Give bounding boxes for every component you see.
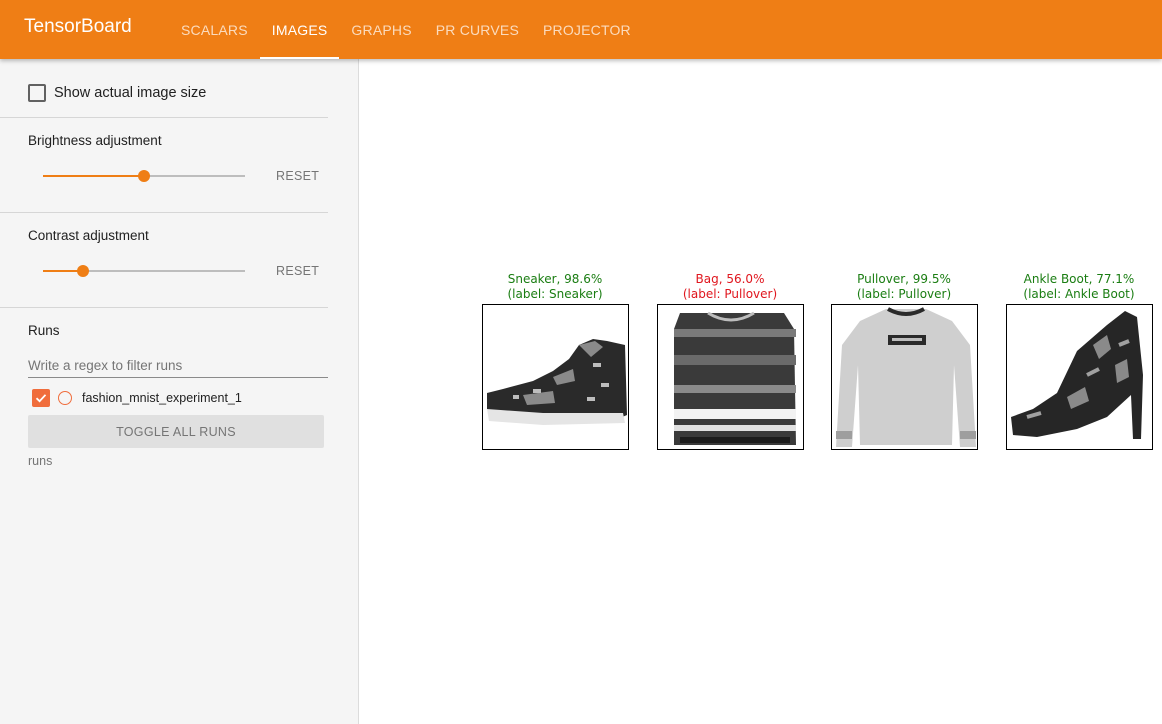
brightness-section: Brightness adjustment RESET (0, 118, 328, 213)
tab-projector[interactable]: PROJECTOR (531, 0, 643, 59)
striped-pullover-image (657, 304, 804, 450)
pullover-image (831, 304, 978, 450)
sidebar: Show actual image size Brightness adjust… (0, 59, 359, 724)
tab-pr-curves[interactable]: PR CURVES (424, 0, 531, 59)
top-app-bar: TensorBoard SCALARS IMAGES GRAPHS PR CUR… (0, 0, 1162, 59)
prediction-text: Sneaker, 98.6% (507, 272, 603, 286)
check-icon (35, 394, 47, 403)
image-size-section: Show actual image size (0, 59, 328, 118)
show-actual-size-checkbox[interactable] (28, 84, 46, 102)
show-actual-size-toggle[interactable]: Show actual image size (28, 84, 206, 102)
prediction-text: Ankle Boot, 77.1% (1023, 272, 1135, 286)
runs-footer: runs (28, 454, 53, 468)
tab-scalars[interactable]: SCALARS (169, 0, 260, 59)
image-card-4: Ankle Boot, 77.1% (label: Ankle Boot) (1004, 272, 1154, 450)
brightness-fill (43, 175, 144, 177)
contrast-knob[interactable] (77, 265, 90, 277)
prediction-text: Pullover, 99.5% (857, 272, 951, 286)
app-title: TensorBoard (24, 16, 132, 37)
toggle-all-runs-button[interactable]: TOGGLE ALL RUNS (28, 415, 324, 448)
image-card-1: Sneaker, 98.6% (label: Sneaker) (480, 272, 630, 450)
image-card-3: Pullover, 99.5% (label: Pullover) (829, 272, 979, 450)
label-text: (label: Pullover) (856, 287, 952, 301)
contrast-title: Contrast adjustment (28, 228, 149, 243)
image-card-2: Bag, 56.0% (label: Pullover) (655, 272, 805, 450)
ankle-boot-image (1006, 304, 1153, 450)
label-text: (label: Pullover) (682, 287, 778, 301)
run-item: fashion_mnist_experiment_1 (32, 389, 242, 407)
brightness-slider[interactable] (43, 166, 245, 186)
contrast-slider[interactable] (43, 261, 245, 281)
run-color-radio[interactable] (58, 391, 72, 405)
run-name: fashion_mnist_experiment_1 (82, 391, 242, 405)
label-text: (label: Sneaker) (507, 287, 603, 301)
brightness-title: Brightness adjustment (28, 133, 162, 148)
sneaker-image (482, 304, 629, 450)
run-filter-input[interactable] (28, 350, 328, 378)
contrast-section: Contrast adjustment RESET (0, 213, 328, 308)
dashboard-tabs: SCALARS IMAGES GRAPHS PR CURVES PROJECTO… (169, 0, 643, 59)
run-checkbox[interactable] (32, 389, 50, 407)
show-actual-size-label: Show actual image size (54, 85, 207, 101)
label-text: (label: Ankle Boot) (1023, 287, 1135, 301)
contrast-reset-button[interactable]: RESET (268, 262, 327, 280)
runs-title: Runs (28, 323, 60, 338)
prediction-text: Bag, 56.0% (695, 272, 765, 286)
brightness-reset-button[interactable]: RESET (268, 167, 327, 185)
tab-graphs[interactable]: GRAPHS (339, 0, 423, 59)
brightness-knob[interactable] (138, 170, 150, 182)
tab-images[interactable]: IMAGES (259, 0, 340, 59)
